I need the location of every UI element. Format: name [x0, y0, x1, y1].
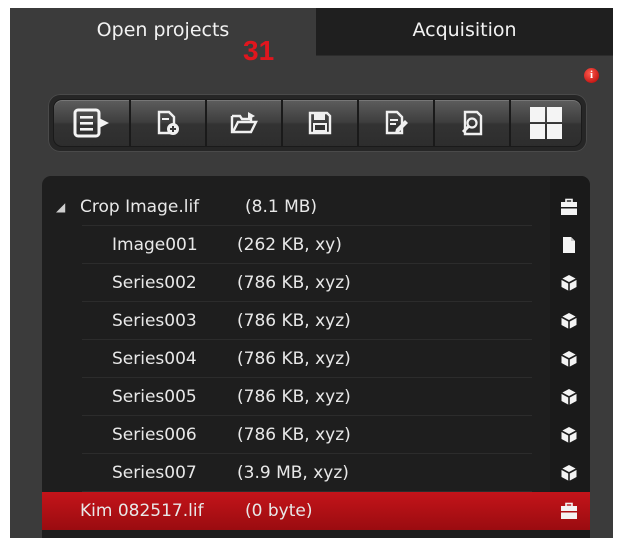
series-size: (786 KB, xyz): [237, 387, 351, 407]
search-document-button[interactable]: [434, 99, 510, 147]
expand-arrow-icon[interactable]: ◢: [56, 188, 65, 226]
series-size: (786 KB, xyz): [237, 273, 351, 293]
series-row[interactable]: Series004 (786 KB, xyz): [42, 340, 590, 378]
save-icon: [308, 111, 332, 135]
new-file-icon: [157, 110, 179, 135]
document-icon: [557, 233, 581, 257]
info-icon[interactable]: i: [584, 68, 599, 83]
search-document-icon: [461, 110, 483, 136]
series-name: Series003: [112, 311, 197, 331]
series-row[interactable]: Image001 (262 KB, xy): [42, 226, 590, 264]
series-row[interactable]: Series002 (786 KB, xyz): [42, 264, 590, 302]
cube-icon: [557, 423, 581, 447]
series-name: Image001: [112, 235, 198, 255]
tab-bar: Open projects Acquisition 31: [10, 8, 613, 65]
edit-document-icon: [385, 110, 408, 135]
briefcase-icon: [557, 499, 581, 523]
export-list-button[interactable]: [53, 99, 130, 147]
cube-icon: [557, 385, 581, 409]
briefcase-icon: [557, 195, 581, 219]
export-list-icon: [73, 108, 109, 138]
series-size: (3.9 MB, xyz): [237, 463, 349, 483]
series-row[interactable]: Series005 (786 KB, xyz): [42, 378, 590, 416]
series-name: Series002: [112, 273, 197, 293]
series-row[interactable]: Series007 (3.9 MB, xyz): [42, 454, 590, 492]
open-folder-button[interactable]: [206, 99, 282, 147]
cube-icon: [557, 347, 581, 371]
new-file-button[interactable]: [130, 99, 206, 147]
project-name: Kim 082517.lif: [80, 501, 204, 521]
save-button[interactable]: [282, 99, 358, 147]
project-tree: ◢ Crop Image.lif (8.1 MB) Image001 (262 KB, …: [42, 176, 590, 538]
series-size: (786 KB, xyz): [237, 349, 351, 369]
grid-view-button[interactable]: [510, 99, 582, 147]
series-name: Series005: [112, 387, 197, 407]
project-size: (0 byte): [245, 501, 313, 521]
tab-acquisition[interactable]: Acquisition: [316, 8, 613, 56]
series-size: (262 KB, xy): [237, 235, 342, 255]
series-row[interactable]: Series006 (786 KB, xyz): [42, 416, 590, 454]
edit-document-button[interactable]: [358, 99, 434, 147]
series-name: Series007: [112, 463, 197, 483]
series-size: (786 KB, xyz): [237, 311, 351, 331]
cube-icon: [557, 271, 581, 295]
toolbar: [48, 94, 587, 152]
project-name: Crop Image.lif: [80, 197, 200, 217]
cube-icon: [557, 461, 581, 485]
open-folder-icon: [230, 112, 258, 134]
project-size: (8.1 MB): [245, 197, 318, 217]
project-panel: Open projects Acquisition 31 i ◢ Crop Im…: [10, 8, 613, 538]
project-row[interactable]: Kim 082517.lif (0 byte): [42, 492, 590, 530]
series-name: Series006: [112, 425, 197, 445]
series-size: (786 KB, xyz): [237, 425, 351, 445]
step-number-badge: 31: [243, 35, 275, 66]
series-row[interactable]: Series003 (786 KB, xyz): [42, 302, 590, 340]
project-row[interactable]: ◢ Crop Image.lif (8.1 MB): [42, 188, 590, 226]
cube-icon: [557, 309, 581, 333]
series-name: Series004: [112, 349, 197, 369]
grid-view-icon: [530, 107, 562, 139]
